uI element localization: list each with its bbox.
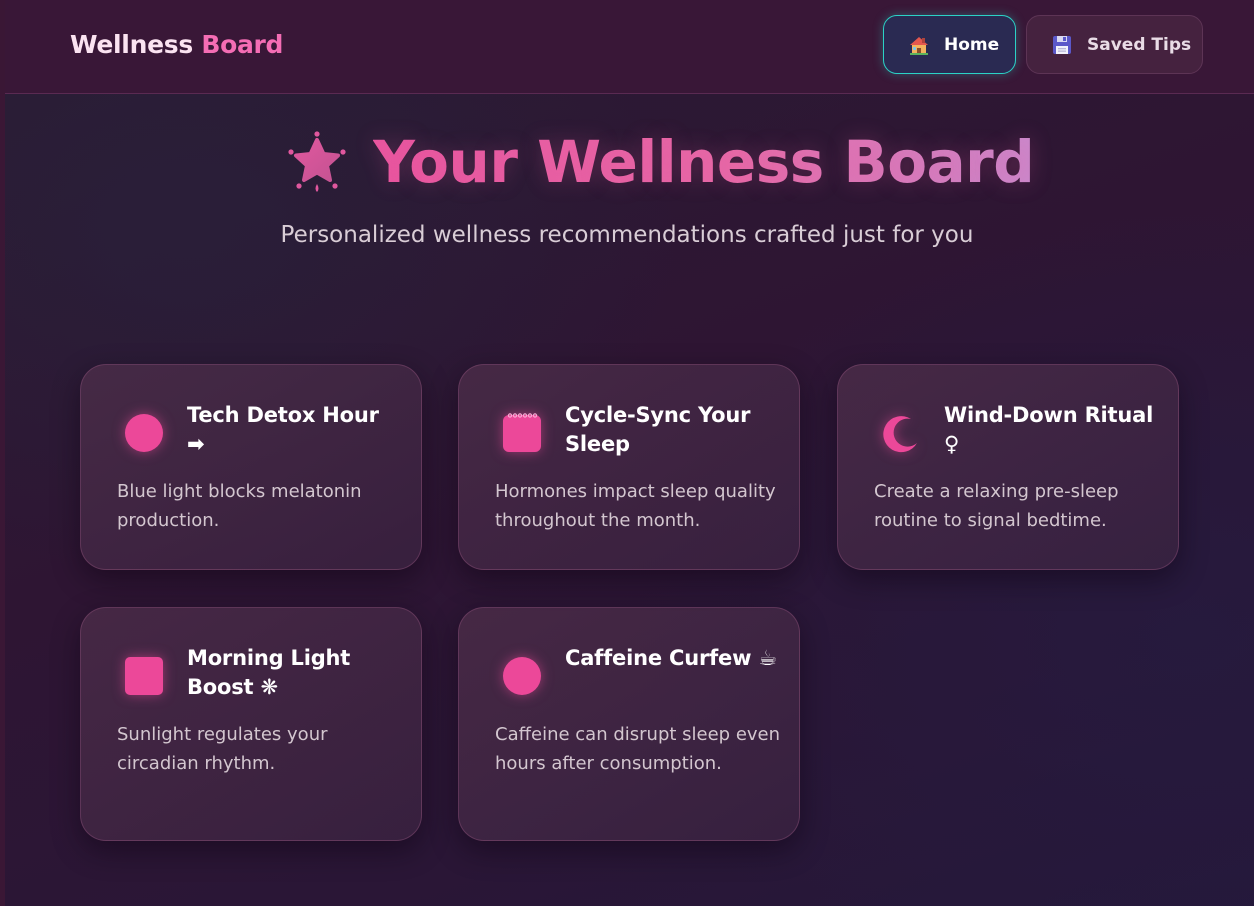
tip-card[interactable]: Tech Detox Hour ➡ Blue light blocks mela… bbox=[80, 364, 422, 570]
tip-card-description: Sunlight regulates your circadian rhythm… bbox=[117, 724, 328, 774]
tip-card-description: Create a relaxing pre-sleep routine to s… bbox=[874, 481, 1119, 531]
nav-saved-tips-button[interactable]: Saved Tips bbox=[1026, 15, 1203, 74]
brand-text-primary: Wellness bbox=[70, 30, 193, 59]
tip-card[interactable]: Caffeine Curfew ☕ Caffeine can disrupt s… bbox=[458, 607, 800, 841]
calendar-icon bbox=[503, 413, 541, 452]
page-subtitle: Personalized wellness recommendations cr… bbox=[280, 222, 974, 248]
nav-home-button[interactable]: Home bbox=[883, 15, 1016, 74]
floppy-disk-icon bbox=[1053, 35, 1071, 54]
nav-home-label: Home bbox=[944, 34, 1000, 55]
hero-title-row: Your Wellness Board bbox=[285, 122, 1035, 202]
tip-card-title: Caffeine Curfew ☕ bbox=[565, 646, 778, 670]
tip-card[interactable]: Morning Light Boost ❋ Sunlight regulates… bbox=[80, 607, 422, 841]
circle-icon bbox=[125, 414, 163, 452]
page-title: Your Wellness Board bbox=[373, 128, 1035, 196]
tip-card-title: Morning Light Boost ❋ bbox=[187, 646, 351, 699]
square-icon bbox=[125, 657, 163, 695]
tip-card-title: Cycle-Sync Your Sleep bbox=[565, 403, 751, 456]
crescent-moon-icon bbox=[883, 416, 917, 453]
house-icon bbox=[910, 36, 928, 55]
tip-card-description: Blue light blocks melatonin production. bbox=[117, 481, 362, 531]
tip-card-description: Caffeine can disrupt sleep even hours af… bbox=[495, 724, 781, 774]
brand-logo[interactable]: Wellness Board bbox=[70, 30, 283, 59]
tip-card-title: Wind-Down Ritual ♀ bbox=[944, 403, 1154, 456]
tip-card-title: Tech Detox Hour ➡ bbox=[187, 403, 379, 456]
circle-icon bbox=[503, 657, 541, 695]
sparkle-star-icon bbox=[288, 131, 346, 192]
tip-card[interactable]: Cycle-Sync Your Sleep Hormones impact sl… bbox=[458, 364, 800, 570]
top-navbar: Wellness Board Home Saved Tips bbox=[5, 0, 1254, 94]
brand-text-accent: Board bbox=[201, 30, 284, 59]
window-left-edge bbox=[0, 0, 5, 906]
tip-card[interactable]: Wind-Down Ritual ♀ Create a relaxing pre… bbox=[837, 364, 1179, 570]
nav-saved-tips-label: Saved Tips bbox=[1087, 34, 1192, 55]
tip-card-description: Hormones impact sleep quality throughout… bbox=[495, 481, 776, 531]
